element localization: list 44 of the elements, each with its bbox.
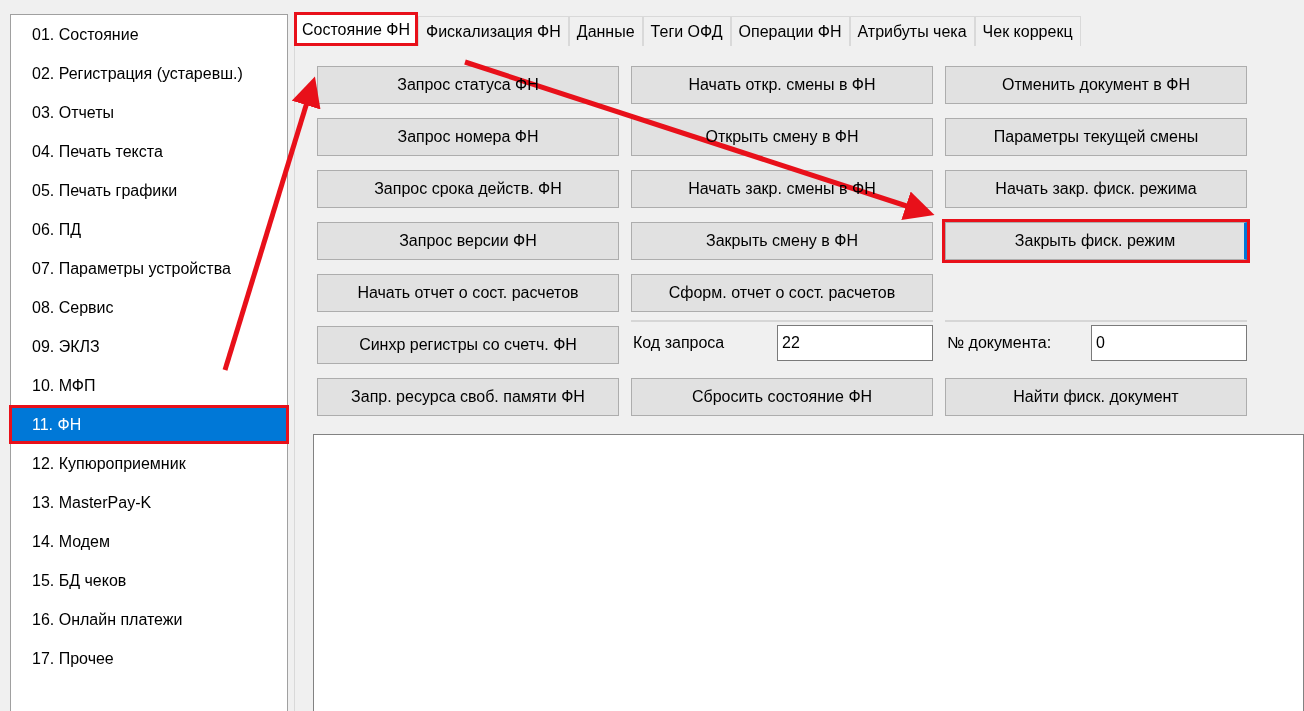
tab[interactable]: Состояние ФН [294, 12, 418, 46]
sidebar-item[interactable]: 14. Модем [9, 522, 289, 561]
command-button[interactable]: Параметры текущей смены [945, 118, 1247, 156]
field-label: № документа: [947, 334, 1053, 352]
command-button[interactable]: Начать отчет о сост. расчетов [317, 274, 619, 312]
command-button[interactable]: Сбросить состояние ФН [631, 378, 933, 416]
command-button[interactable]: Закрыть смену в ФН [631, 222, 933, 260]
sidebar-item[interactable]: 12. Купюроприемник [9, 444, 289, 483]
command-button[interactable]: Синхр регистры со счетч. ФН [317, 326, 619, 364]
input-field[interactable]: 0 [1091, 325, 1247, 361]
sidebar-item[interactable]: 04. Печать текста [9, 132, 289, 171]
command-button[interactable]: Закрыть фиск. режим [945, 222, 1247, 260]
command-button[interactable]: Найти фиск. документ [945, 378, 1247, 416]
sidebar-item[interactable]: 02. Регистрация (устаревш.) [9, 54, 289, 93]
command-button[interactable]: Открыть смену в ФН [631, 118, 933, 156]
sidebar-item[interactable]: 10. МФП [9, 366, 289, 405]
command-button[interactable]: Запрос срока действ. ФН [317, 170, 619, 208]
tab[interactable]: Чек коррекц [974, 16, 1081, 46]
sidebar-item[interactable]: 15. БД чеков [9, 561, 289, 600]
sidebar-item[interactable]: 06. ПД [9, 210, 289, 249]
tab[interactable]: Операции ФН [730, 16, 850, 46]
command-button[interactable]: Запр. ресурса своб. памяти ФН [317, 378, 619, 416]
field-label: Код запроса [633, 334, 726, 352]
command-button[interactable]: Начать откр. смены в ФН [631, 66, 933, 104]
sidebar-item[interactable]: 17. Прочее [9, 639, 289, 678]
sidebar-item[interactable]: 05. Печать графики [9, 171, 289, 210]
sidebar-item[interactable]: 16. Онлайн платежи [9, 600, 289, 639]
command-button[interactable]: Запрос номера ФН [317, 118, 619, 156]
tab[interactable]: Данные [568, 16, 643, 46]
sidebar-item[interactable]: 08. Сервис [9, 288, 289, 327]
sidebar-item[interactable]: 11. ФН [9, 405, 289, 444]
command-button[interactable]: Отменить документ в ФН [945, 66, 1247, 104]
sidebar-item[interactable]: 01. Состояние [9, 15, 289, 54]
tab[interactable]: Атрибуты чека [849, 16, 975, 46]
tab[interactable]: Фискализация ФН [418, 16, 569, 46]
command-button[interactable]: Сформ. отчет о сост. расчетов [631, 274, 933, 312]
sidebar-item[interactable]: 03. Отчеты [9, 93, 289, 132]
command-button[interactable]: Начать закр. фиск. режима [945, 170, 1247, 208]
sidebar-item[interactable]: 07. Параметры устройства [9, 249, 289, 288]
input-field[interactable]: 22 [777, 325, 933, 361]
sidebar-item[interactable]: 13. MasterPay-K [9, 483, 289, 522]
tab[interactable]: Теги ОФД [642, 16, 731, 46]
command-button[interactable]: Запрос версии ФН [317, 222, 619, 260]
sidebar-item[interactable]: 09. ЭКЛЗ [9, 327, 289, 366]
